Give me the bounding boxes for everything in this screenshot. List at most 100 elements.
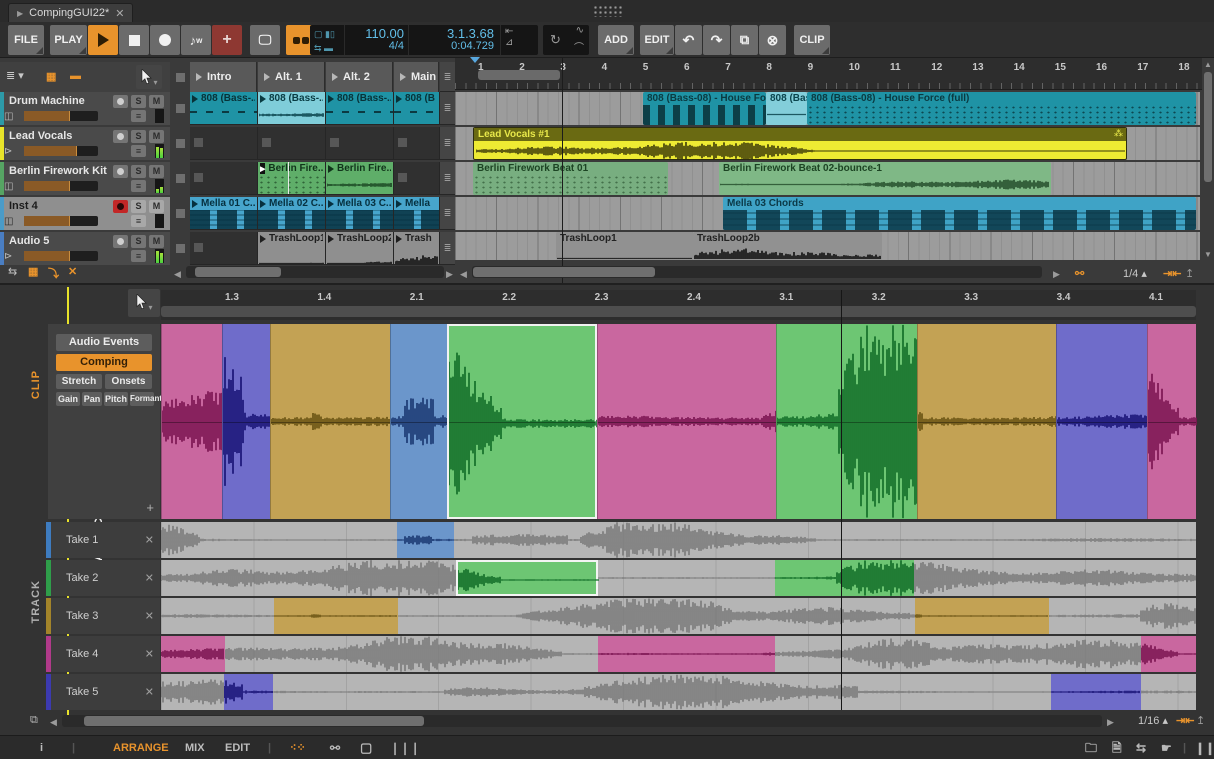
track-list-menu-icon[interactable]: ≣ ▾: [6, 69, 24, 82]
play-menu-button[interactable]: PLAY: [50, 25, 87, 55]
arranger-clip[interactable]: 808 (Bass-08) - House Force (: [643, 92, 766, 125]
track-stop-button[interactable]: [170, 232, 190, 265]
arranger-lane-berlin-firework-kit[interactable]: Berlin Firework Beat 01 Berlin Firework B…: [455, 162, 1200, 195]
arranger-scroll-left-icon[interactable]: ◀: [460, 269, 467, 280]
take-header-4[interactable]: Take 4 ✕: [46, 636, 160, 672]
volume-fader[interactable]: [24, 181, 98, 191]
clip-slot[interactable]: TrashLoop2b: [326, 232, 394, 265]
punch-metronome-icons[interactable]: ⇤ ⊿: [500, 25, 530, 55]
play-start-marker[interactable]: [470, 57, 480, 63]
punch-in-icon[interactable]: ⇤: [505, 26, 526, 37]
arranger-hscroll-thumb[interactable]: [473, 267, 655, 277]
arranger-lane-lead-vocals[interactable]: Lead Vocals #1 ⁂: [455, 127, 1200, 160]
empty-clip-slot[interactable]: [190, 162, 258, 195]
arranger-snap-value[interactable]: 1/4 ▴: [1123, 267, 1147, 280]
scene-continue-icon[interactable]: ≣: [440, 92, 455, 125]
record-button[interactable]: [150, 25, 180, 55]
take-comp-region[interactable]: [775, 560, 914, 596]
comp-segment-take4[interactable]: [1147, 324, 1196, 519]
empty-clip-slot[interactable]: [394, 162, 440, 195]
clip-menu-button[interactable]: CLIP: [794, 25, 830, 55]
arranger-zoom-fit-icon[interactable]: ↥: [1185, 267, 1194, 280]
take-header-5[interactable]: Take 5 ✕: [46, 674, 160, 710]
transition-curve-icon[interactable]: ⌒: [574, 39, 584, 54]
tempo-display[interactable]: 110.00 4/4: [344, 25, 408, 55]
track-stop-button[interactable]: [170, 127, 190, 160]
take-comp-region[interactable]: [161, 636, 225, 672]
position-display[interactable]: 3.1.3.68 0:04.729: [408, 25, 500, 55]
touch-panel-icon[interactable]: ☛: [1161, 736, 1172, 759]
overdub-button[interactable]: ♪w: [181, 25, 211, 55]
stop-all-clips-icon[interactable]: ✕: [68, 265, 77, 278]
take-comp-region[interactable]: [1141, 636, 1196, 672]
mute-button[interactable]: M: [149, 165, 164, 178]
clip-slot[interactable]: Berlin Fire...: [326, 162, 394, 195]
comping-button[interactable]: Comping: [56, 354, 152, 371]
document-tab[interactable]: ▶ CompingGUI22* ✕: [8, 3, 133, 22]
track-stop-button[interactable]: [170, 197, 190, 230]
solo-button[interactable]: S: [131, 95, 146, 108]
editor-hscroll-thumb[interactable]: [84, 716, 424, 726]
arranger-vscrollbar[interactable]: ▲ ▼: [1202, 58, 1214, 283]
track-stop-button[interactable]: [170, 162, 190, 195]
edit-view-button[interactable]: EDIT: [225, 736, 250, 759]
audio-events-button[interactable]: Audio Events: [56, 334, 152, 351]
comp-segment-take1[interactable]: [390, 324, 447, 519]
clip-slot[interactable]: Trash: [394, 232, 440, 265]
arranger-clip[interactable]: Lead Vocals #1 ⁂: [473, 127, 1127, 160]
arranger-ruler[interactable]: 123456789101112131415161718: [455, 58, 1202, 90]
arm-button[interactable]: [113, 95, 128, 108]
clip-slot[interactable]: 808 (B: [394, 92, 440, 125]
onsets-button[interactable]: Onsets: [105, 374, 152, 389]
track-name[interactable]: Drum Machine: [9, 95, 85, 107]
mute-button[interactable]: M: [149, 130, 164, 143]
play-button[interactable]: [88, 25, 118, 55]
editor-zoom-fit-icon[interactable]: ↥: [1196, 714, 1205, 727]
track-header-drum-machine[interactable]: Drum Machine S M ◫ ≡: [0, 92, 170, 125]
duplicate-button[interactable]: ⧉: [731, 25, 758, 55]
take-delete-icon[interactable]: ✕: [145, 572, 154, 585]
editor-snap-value[interactable]: 1/16 ▴: [1138, 714, 1168, 727]
mute-button[interactable]: M: [149, 200, 164, 213]
clip-slot[interactable]: Mella 02 C...: [258, 197, 326, 230]
take-delete-icon[interactable]: ✕: [145, 534, 154, 547]
comp-segment-take3[interactable]: [917, 324, 1056, 519]
arranger-clip[interactable]: Berlin Firework Beat 01: [473, 162, 668, 195]
track-header-audio-5[interactable]: Audio 5 S M ⊳ ≡: [0, 232, 170, 265]
volume-fader[interactable]: [24, 216, 98, 226]
launcher-panel-icon[interactable]: ⁖⁘: [290, 736, 306, 759]
add-track-button[interactable]: ADD: [598, 25, 634, 55]
comp-segment-take3[interactable]: [270, 324, 390, 519]
formant-button[interactable]: Formant: [130, 392, 154, 406]
take-delete-icon[interactable]: ✕: [145, 610, 154, 623]
take-lane-4[interactable]: [161, 636, 1196, 672]
clip-launcher-overdub-icon[interactable]: ▦: [28, 265, 38, 278]
arm-button[interactable]: [113, 130, 128, 143]
arranger-clip[interactable]: Mella 03 Chords: [723, 197, 1196, 230]
volume-fader[interactable]: [24, 146, 98, 156]
launcher-scroll-right-icon[interactable]: ▶: [446, 269, 453, 280]
metronome-icon[interactable]: ⊿: [505, 37, 526, 48]
track-name[interactable]: Berlin Firework Kit: [9, 165, 107, 177]
editor-cursor-tool-button[interactable]: ▾: [128, 289, 160, 317]
take-lane-5[interactable]: [161, 674, 1196, 710]
mute-button[interactable]: M: [149, 235, 164, 248]
take-lane-2[interactable]: [161, 560, 1196, 596]
follow-playhead-icon[interactable]: ⚯: [1075, 267, 1084, 280]
volume-fader[interactable]: [24, 251, 98, 261]
track-name[interactable]: Inst 4: [9, 200, 38, 212]
grid-view-icon[interactable]: ▦: [46, 70, 56, 83]
arranger-lane-inst-4[interactable]: Mella 03 Chords: [455, 197, 1200, 230]
device-panel-icon[interactable]: ❙❙❙: [1195, 736, 1214, 759]
take-comp-region[interactable]: [224, 674, 273, 710]
dual-display-icon[interactable]: ▢: [360, 736, 372, 759]
info-icon[interactable]: i: [40, 736, 43, 759]
arranger-clip[interactable]: Berlin Firework Beat 02-bounce-1: [719, 162, 1051, 195]
editor-zoom-bar[interactable]: [161, 306, 1196, 317]
scene-continue-icon[interactable]: ≣: [440, 197, 455, 230]
empty-clip-slot[interactable]: [258, 127, 326, 160]
loop-controls[interactable]: ↻ ∿ ⌒: [543, 25, 589, 55]
take-comp-region[interactable]: [915, 598, 1049, 634]
scene-header-alt2[interactable]: Alt. 2: [326, 62, 393, 92]
editor-ruler[interactable]: 1.31.42.12.22.32.43.13.23.33.44.1: [161, 290, 1196, 320]
